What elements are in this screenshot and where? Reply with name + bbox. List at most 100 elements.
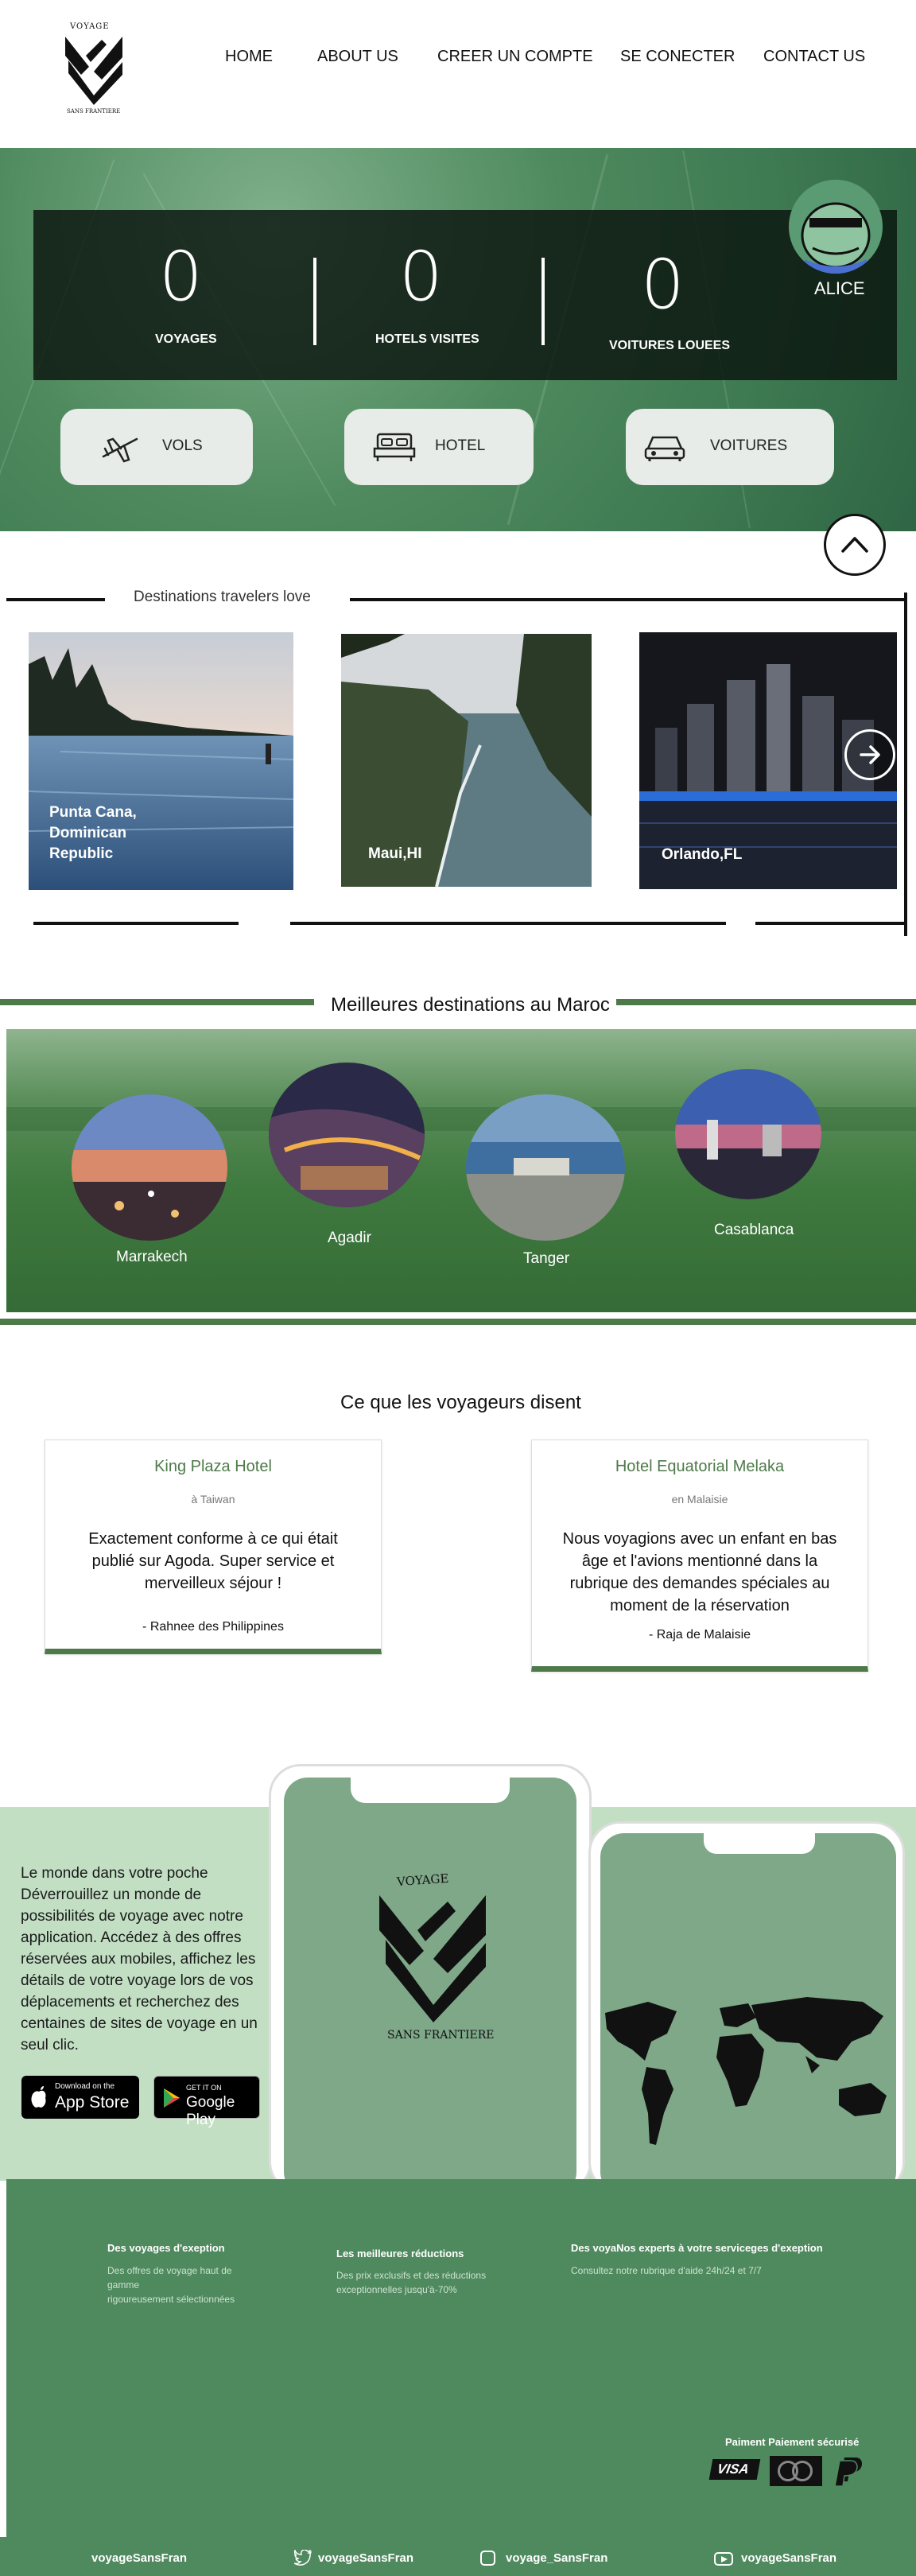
stat-divider	[541, 258, 545, 345]
review-text-line: rubrique des demandes spéciales au	[569, 1575, 830, 1592]
app-promo-line: réservées aux mobiles, affichez les	[21, 1951, 256, 1968]
review-card: Hotel Equatorial Melaka en Malaisie Nous…	[531, 1440, 868, 1672]
city-photo	[675, 1069, 821, 1199]
app-promo-line: détails de votre voyage lors de vos	[21, 1972, 254, 1989]
service-vols-button[interactable]: VOLS	[60, 409, 253, 485]
logo-chevrons-icon	[65, 37, 122, 105]
destination-card-punta-cana[interactable]: Punta Cana, Dominican Republic	[29, 632, 293, 890]
destinations-title: Destinations travelers love	[134, 589, 311, 605]
review-hotel-name: King Plaza Hotel	[154, 1458, 272, 1475]
city-photo	[269, 1063, 425, 1207]
payment-title: Paiment Paiement sécurisé	[725, 2436, 860, 2448]
stat-divider	[313, 258, 316, 345]
review-card: King Plaza Hotel à Taiwan Exactement con…	[45, 1440, 382, 1654]
destination-card-maui[interactable]: Maui,HI	[341, 634, 592, 887]
google-play-button[interactable]: GET IT ON Google Play	[153, 2076, 260, 2128]
scroll-up-button[interactable]	[824, 514, 886, 576]
service-voitures-label: VOITURES	[710, 437, 788, 454]
city-agadir[interactable]	[269, 1063, 425, 1207]
divider-line	[616, 999, 916, 1005]
stat-voyages-value: 0	[159, 237, 203, 317]
city-tanger[interactable]	[466, 1094, 625, 1241]
app-promo-line: déplacements et recherchez des	[21, 1994, 239, 2011]
city-label: Casablanca	[714, 1222, 794, 1238]
google-play-small-text: GET IT ON	[186, 2084, 222, 2092]
nav-creer-un-compte[interactable]: CREER UN COMPTE	[437, 48, 593, 66]
footer-text-line: Des offres de voyage haut de	[107, 2265, 232, 2276]
city-casablanca[interactable]	[675, 1069, 821, 1199]
service-hotel-button[interactable]: HOTEL	[344, 409, 534, 485]
nav-contact-us[interactable]: CONTACT US	[763, 48, 865, 66]
header: VOYAGE SANS FRANTIERE HOME ABOUT US CREE…	[0, 0, 916, 148]
social-facebook-link[interactable]: voyageSansFran	[91, 2551, 187, 2565]
social-youtube-link[interactable]: voyageSansFran	[741, 2551, 836, 2565]
destination-label: Maui,HI	[368, 844, 422, 864]
review-text-line: moment de la réservation	[610, 1597, 790, 1614]
logo-chevrons-icon	[379, 1895, 486, 2022]
footer-col2-title: Les meilleures réductions	[336, 2248, 464, 2259]
footer-col2-text: Des prix exclusifs et des réductions exc…	[336, 2268, 486, 2297]
stat-hotels-value: 0	[399, 237, 443, 317]
destination-label-line: Punta Cana,	[49, 804, 137, 821]
review-author: - Raja de Malaisie	[648, 1628, 751, 1642]
phone-notch	[351, 1774, 510, 1803]
plane-icon	[102, 437, 138, 463]
instagram-icon	[480, 2551, 495, 2566]
destination-label-line: Maui,HI	[368, 845, 422, 862]
review-location: en Malaisie	[671, 1493, 728, 1506]
review-location: à Taiwan	[191, 1493, 235, 1506]
user-name: ALICE	[814, 278, 865, 298]
footer-col3-title: Des voyaNos experts à votre serviceges d…	[571, 2242, 823, 2254]
social-instagram-link[interactable]: voyage_SansFran	[506, 2551, 607, 2565]
stat-voyages-label: VOYAGES	[155, 332, 217, 346]
page: VOYAGE SANS FRANTIERE HOME ABOUT US CREE…	[0, 0, 916, 2576]
destination-card-orlando[interactable]: Orlando,FL	[639, 632, 897, 889]
footer-text-line: exceptionnelles jusqu'à-70%	[336, 2284, 457, 2295]
carousel-next-button[interactable]	[844, 729, 895, 780]
city-marrakech[interactable]	[72, 1094, 227, 1241]
footer-text-line: rigoureusement sélectionnées	[107, 2294, 235, 2305]
bed-icon	[373, 433, 416, 461]
stat-voitures-value: 0	[641, 245, 685, 324]
nav-se-conecter[interactable]: SE CONECTER	[620, 48, 735, 66]
youtube-icon	[714, 2552, 733, 2566]
car-icon	[644, 436, 685, 461]
carousel-edge-line	[904, 593, 907, 936]
footer-text-line: Des prix exclusifs et des réductions	[336, 2270, 487, 2281]
mastercard-circle	[792, 2461, 813, 2481]
apple-icon	[31, 2086, 46, 2108]
app-promo-text: Le monde dans votre poche Déverrouillez …	[21, 1863, 259, 2056]
google-play-icon	[164, 2088, 180, 2108]
phone-notch	[704, 1830, 815, 1854]
footer-col1-text: Des offres de voyage haut de gamme rigou…	[107, 2263, 235, 2306]
footer-text-line: gamme	[107, 2279, 140, 2290]
divider-line	[350, 598, 906, 601]
divider-line	[0, 999, 314, 1005]
world-map-icon	[605, 1997, 887, 2145]
destination-label: Orlando,FL	[662, 845, 742, 865]
visa-text: VISA	[716, 2461, 751, 2477]
city-photo	[72, 1094, 227, 1241]
morocco-title: Meilleures destinations au Maroc	[331, 994, 610, 1016]
footer-col3-text: Consultez notre rubrique d'aide 24h/24 e…	[571, 2263, 762, 2278]
app-store-button[interactable]: Download on the App Store	[21, 2076, 139, 2119]
social-twitter-link[interactable]: voyageSansFran	[318, 2551, 413, 2565]
review-text-line: âge et l'avions mentionné dans la	[581, 1552, 818, 1570]
app-store-small-text: Download on the	[55, 2082, 115, 2091]
logo[interactable]: VOYAGE SANS FRANTIERE	[56, 22, 132, 119]
destination-label-line: Dominican	[49, 825, 127, 841]
nav-home[interactable]: HOME	[225, 48, 273, 66]
stat-hotels-label: HOTELS VISITES	[375, 332, 479, 346]
service-voitures-button[interactable]: VOITURES	[626, 409, 834, 485]
app-promo-line: possibilités de voyage avec notre	[21, 1908, 243, 1925]
nav-about-us[interactable]: ABOUT US	[317, 48, 398, 66]
app-promo-line: seul clic.	[21, 2037, 79, 2053]
chevron-up-icon	[841, 537, 868, 553]
review-text-line: publié sur Agoda. Super service et	[91, 1552, 335, 1570]
avatar[interactable]	[789, 180, 883, 274]
destination-label: Punta Cana, Dominican Republic	[49, 802, 137, 864]
review-text-line: Exactement conforme à ce qui était	[88, 1530, 338, 1548]
logo-top-text: VOYAGE	[70, 22, 110, 31]
mastercard-icon	[770, 2456, 822, 2486]
divider-line	[755, 922, 906, 925]
